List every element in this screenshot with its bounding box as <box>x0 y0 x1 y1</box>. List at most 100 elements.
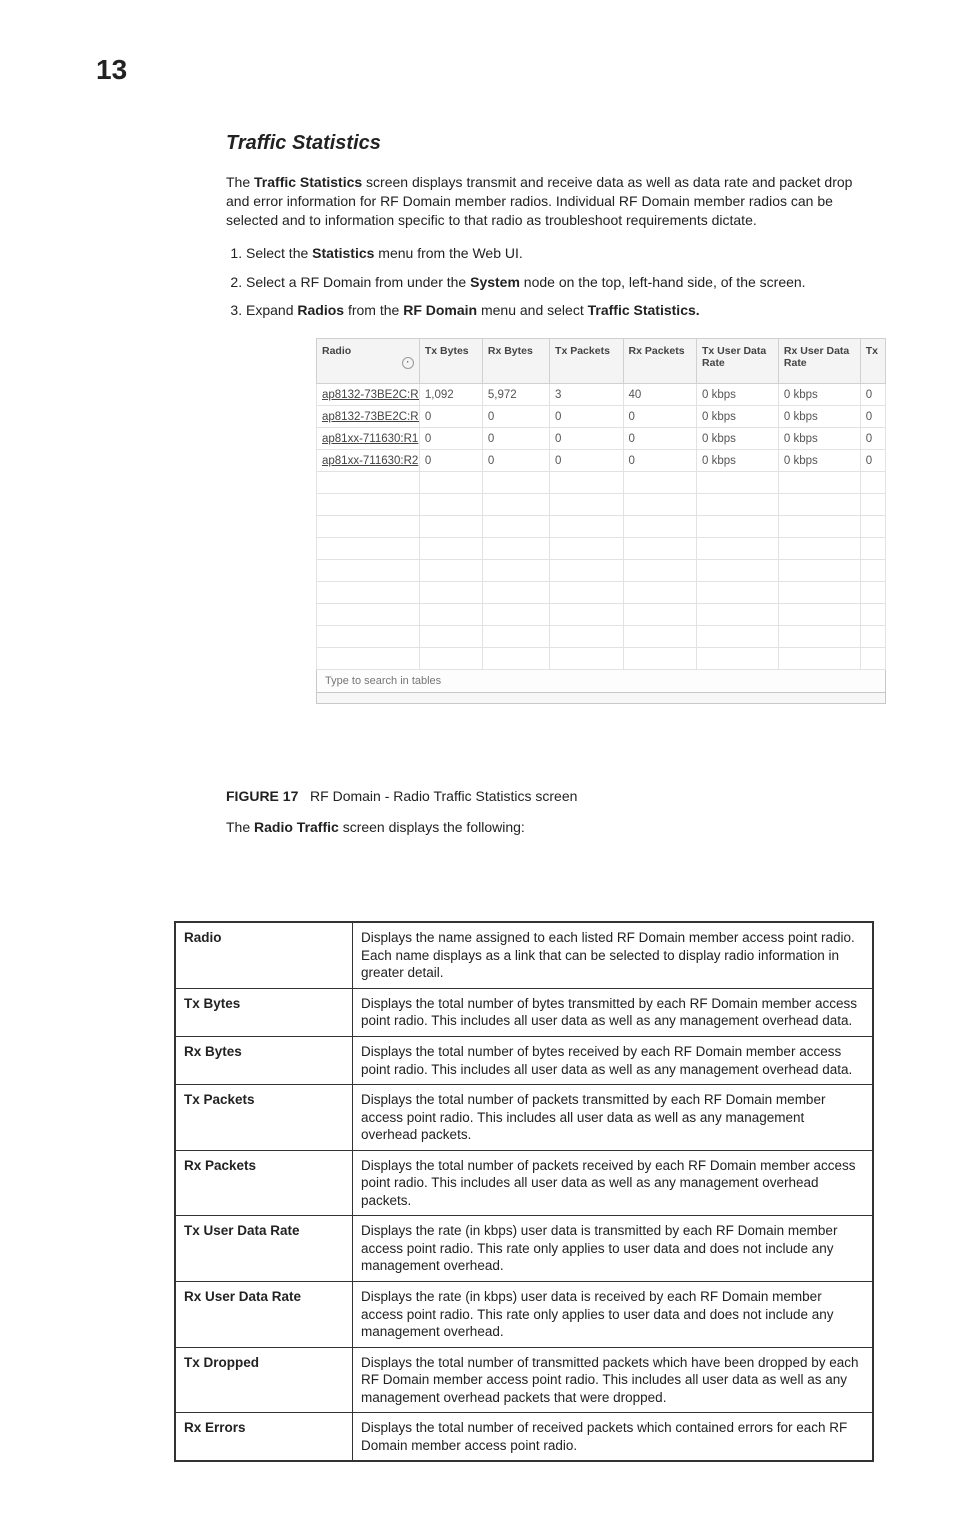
cell-empty <box>317 648 420 670</box>
cell-empty <box>317 582 420 604</box>
cell-empty <box>482 582 549 604</box>
cell-empty <box>623 538 696 560</box>
step-2-post: node on the top, left-hand side, of the … <box>520 274 806 290</box>
step-3-bold3: Traffic Statistics. <box>588 302 700 318</box>
table-row[interactable]: ap8132-73BE2C:R200000 kbps0 kbps0 <box>317 406 886 428</box>
steps-list: Select the Statistics menu from the Web … <box>226 244 874 321</box>
field-name: Tx User Data Rate <box>175 1216 353 1282</box>
cell-empty <box>860 560 885 582</box>
cell-tx: 0 <box>860 428 885 450</box>
cell-empty <box>482 648 549 670</box>
table-row-empty <box>317 604 886 626</box>
field-row: Rx ErrorsDisplays the total number of re… <box>175 1413 873 1462</box>
table-row[interactable]: ap81xx-711630:R200000 kbps0 kbps0 <box>317 450 886 472</box>
col-rx-user-data-rate[interactable]: Rx User Data Rate <box>778 339 860 384</box>
figure-caption-text: RF Domain - Radio Traffic Statistics scr… <box>310 788 577 804</box>
step-3: Expand Radios from the RF Domain menu an… <box>246 301 874 320</box>
cell-empty <box>623 582 696 604</box>
table-row[interactable]: ap81xx-711630:R100000 kbps0 kbps0 <box>317 428 886 450</box>
field-description: Displays the total number of received pa… <box>353 1413 874 1462</box>
cell-empty <box>482 626 549 648</box>
cell-empty <box>482 538 549 560</box>
field-row: Rx PacketsDisplays the total number of p… <box>175 1150 873 1216</box>
cell-rx-bytes: 0 <box>482 450 549 472</box>
cell-empty <box>860 494 885 516</box>
cell-empty <box>778 472 860 494</box>
cell-empty <box>860 604 885 626</box>
field-description: Displays the total number of bytes recei… <box>353 1036 874 1084</box>
cell-empty <box>860 648 885 670</box>
cell-empty <box>778 582 860 604</box>
step-2: Select a RF Domain from under the System… <box>246 273 874 292</box>
cell-rx-user-data-rate: 0 kbps <box>778 428 860 450</box>
cell-empty <box>697 626 779 648</box>
display-intro-bold: Radio Traffic <box>254 819 339 835</box>
step-3-bold1: Radios <box>297 302 344 318</box>
cell-rx-packets: 0 <box>623 406 696 428</box>
table-row-empty <box>317 538 886 560</box>
field-name: Rx User Data Rate <box>175 1281 353 1347</box>
col-rx-packets[interactable]: Rx Packets <box>623 339 696 384</box>
cell-empty <box>550 604 623 626</box>
field-name: Tx Packets <box>175 1085 353 1151</box>
field-row: Rx User Data RateDisplays the rate (in k… <box>175 1281 873 1347</box>
table-search-input[interactable] <box>323 674 883 688</box>
cell-tx: 0 <box>860 450 885 472</box>
cell-rx-user-data-rate: 0 kbps <box>778 406 860 428</box>
cell-empty <box>550 582 623 604</box>
radio-table[interactable]: Radio · Tx Bytes Rx Bytes Tx Packets Rx … <box>316 338 886 670</box>
cell-rx-user-data-rate: 0 kbps <box>778 450 860 472</box>
cell-empty <box>778 538 860 560</box>
col-rx-bytes[interactable]: Rx Bytes <box>482 339 549 384</box>
cell-empty <box>697 560 779 582</box>
cell-tx-packets: 3 <box>550 384 623 406</box>
cell-radio-link[interactable]: ap81xx-711630:R2 <box>317 450 420 472</box>
field-row: Tx User Data RateDisplays the rate (in k… <box>175 1216 873 1282</box>
table-row-empty <box>317 472 886 494</box>
field-row: Rx BytesDisplays the total number of byt… <box>175 1036 873 1084</box>
cell-empty <box>778 494 860 516</box>
col-radio[interactable]: Radio · <box>317 339 420 384</box>
cell-tx-user-data-rate: 0 kbps <box>697 428 779 450</box>
table-row-empty <box>317 582 886 604</box>
figure-label: FIGURE 17 <box>226 788 298 804</box>
cell-tx-bytes: 0 <box>419 428 482 450</box>
col-tx-user-data-rate[interactable]: Tx User Data Rate <box>697 339 779 384</box>
chapter-number: 13 <box>96 54 127 86</box>
cell-empty <box>419 560 482 582</box>
intro-paragraph: The Traffic Statistics screen displays t… <box>226 173 874 230</box>
table-row-empty <box>317 494 886 516</box>
cell-empty <box>860 472 885 494</box>
field-row: Tx PacketsDisplays the total number of p… <box>175 1085 873 1151</box>
cell-empty <box>419 604 482 626</box>
cell-rx-packets: 0 <box>623 450 696 472</box>
cell-empty <box>317 604 420 626</box>
cell-tx: 0 <box>860 406 885 428</box>
table-header-row: Radio · Tx Bytes Rx Bytes Tx Packets Rx … <box>317 339 886 384</box>
cell-empty <box>482 560 549 582</box>
field-name: Rx Packets <box>175 1150 353 1216</box>
col-tx-packets[interactable]: Tx Packets <box>550 339 623 384</box>
cell-empty <box>550 538 623 560</box>
cell-empty <box>697 582 779 604</box>
figure-caption: FIGURE 17 RF Domain - Radio Traffic Stat… <box>226 788 874 804</box>
col-tx-bytes[interactable]: Tx Bytes <box>419 339 482 384</box>
cell-empty <box>419 626 482 648</box>
cell-empty <box>419 538 482 560</box>
table-row[interactable]: ap8132-73BE2C:R11,0925,9723400 kbps0 kbp… <box>317 384 886 406</box>
cell-radio-link[interactable]: ap8132-73BE2C:R1 <box>317 384 420 406</box>
cell-empty <box>317 516 420 538</box>
cell-empty <box>550 472 623 494</box>
col-tx-truncated[interactable]: Tx <box>860 339 885 384</box>
cell-rx-packets: 40 <box>623 384 696 406</box>
field-row: Tx DroppedDisplays the total number of t… <box>175 1347 873 1413</box>
field-description: Displays the total number of transmitted… <box>353 1347 874 1413</box>
step-1-bold: Statistics <box>312 245 374 261</box>
sort-ascending-icon[interactable]: · <box>402 357 414 369</box>
cell-empty <box>623 648 696 670</box>
cell-radio-link[interactable]: ap8132-73BE2C:R2 <box>317 406 420 428</box>
cell-tx-bytes: 1,092 <box>419 384 482 406</box>
cell-radio-link[interactable]: ap81xx-711630:R1 <box>317 428 420 450</box>
cell-empty <box>419 516 482 538</box>
field-name: Tx Bytes <box>175 988 353 1036</box>
